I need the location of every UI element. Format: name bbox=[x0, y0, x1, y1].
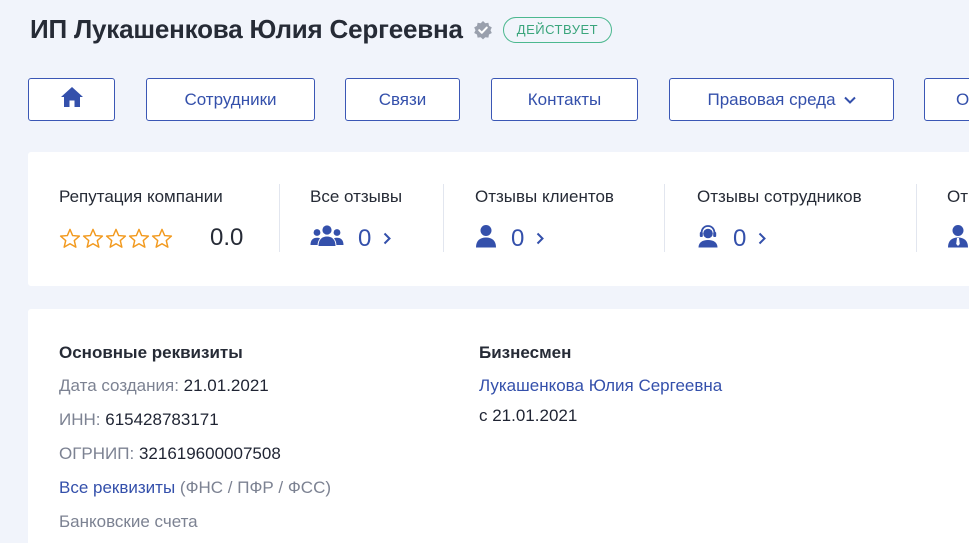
client-reviews-count: 0 bbox=[511, 224, 525, 252]
creation-date-row: Дата создания: 21.01.2021 bbox=[59, 376, 269, 395]
all-reviews-value[interactable]: 0 bbox=[310, 224, 392, 253]
rating-stars bbox=[59, 228, 173, 249]
employee-reviews[interactable]: Отзывы сотрудников 0 bbox=[697, 152, 917, 286]
company-info-card: Основные реквизиты Дата создания: 21.01.… bbox=[28, 309, 969, 543]
employee-reviews-label: Отзывы сотрудников bbox=[697, 187, 862, 206]
home-icon bbox=[60, 86, 84, 113]
employee-reviews-count: 0 bbox=[733, 224, 747, 252]
all-details-row: Все реквизиты (ФНС / ПФР / ФСС) bbox=[59, 478, 332, 497]
chevron-right-icon bbox=[536, 232, 545, 245]
home-button[interactable] bbox=[28, 78, 115, 121]
bank-accounts-link[interactable]: Банковские счета bbox=[59, 512, 198, 532]
chevron-right-icon bbox=[758, 232, 767, 245]
all-reviews-label: Все отзывы bbox=[310, 187, 403, 206]
headset-user-icon bbox=[697, 224, 719, 253]
businessman-since: с 21.01.2021 bbox=[479, 406, 578, 425]
nav-legal-button[interactable]: Правовая среда bbox=[669, 78, 894, 121]
main-nav: Сотрудники Связи Контакты Правовая среда… bbox=[28, 78, 969, 121]
page-header: ИП Лукашенкова Юлия Сергеевна ДЕЙСТВУЕТ bbox=[30, 14, 613, 45]
divider bbox=[443, 184, 444, 252]
company-reputation-label: Репутация компании bbox=[59, 187, 223, 206]
employee-reviews-value[interactable]: 0 bbox=[697, 224, 767, 253]
client-reviews[interactable]: Отзывы клиентов 0 bbox=[475, 152, 675, 286]
client-reviews-value[interactable]: 0 bbox=[475, 224, 545, 253]
main-details-title: Основные реквизиты bbox=[59, 343, 243, 362]
nav-contacts-button[interactable]: Контакты bbox=[491, 78, 638, 121]
star-icon bbox=[128, 228, 150, 248]
star-icon bbox=[105, 228, 127, 248]
user-icon bbox=[475, 224, 497, 253]
chevron-down-icon bbox=[843, 96, 856, 104]
nav-legal-label: Правовая среда bbox=[707, 89, 836, 109]
businessman-title: Бизнесмен bbox=[479, 343, 572, 362]
inn-row: ИНН: 615428783171 bbox=[59, 410, 219, 429]
rating-score: 0.0 bbox=[210, 224, 244, 251]
star-icon bbox=[151, 228, 173, 248]
status-badge: ДЕЙСТВУЕТ bbox=[502, 16, 613, 43]
all-reviews[interactable]: Все отзывы 0 bbox=[310, 152, 450, 286]
company-title: ИП Лукашенкова Юлия Сергеевна bbox=[30, 14, 463, 44]
divider bbox=[916, 184, 917, 252]
all-details-link[interactable]: Все реквизиты bbox=[59, 478, 175, 497]
verified-icon bbox=[473, 20, 493, 40]
all-reviews-count: 0 bbox=[358, 224, 372, 252]
client-reviews-label: Отзывы клиентов bbox=[475, 187, 614, 206]
other-reviews[interactable]: От bbox=[947, 152, 969, 286]
divider bbox=[279, 184, 280, 252]
user-tie-icon bbox=[947, 224, 969, 253]
company-reputation: Репутация компании 0.0 bbox=[59, 152, 279, 286]
nav-connections-button[interactable]: Связи bbox=[345, 78, 460, 121]
other-reviews-value[interactable] bbox=[947, 224, 969, 253]
chevron-right-icon bbox=[383, 232, 392, 245]
other-reviews-label: От bbox=[947, 187, 969, 206]
users-group-icon bbox=[310, 224, 344, 253]
businessman-name-link[interactable]: Лукашенкова Юлия Сергеевна bbox=[479, 376, 722, 396]
star-icon bbox=[59, 228, 81, 248]
star-icon bbox=[82, 228, 104, 248]
reputation-card: Репутация компании 0.0 Все отзывы 0 Отзы… bbox=[28, 152, 969, 286]
nav-employees-button[interactable]: Сотрудники bbox=[146, 78, 315, 121]
divider bbox=[664, 184, 665, 252]
ogrnip-row: ОГРНИП: 321619600007508 bbox=[59, 444, 281, 463]
nav-more-button[interactable]: О bbox=[924, 78, 969, 121]
